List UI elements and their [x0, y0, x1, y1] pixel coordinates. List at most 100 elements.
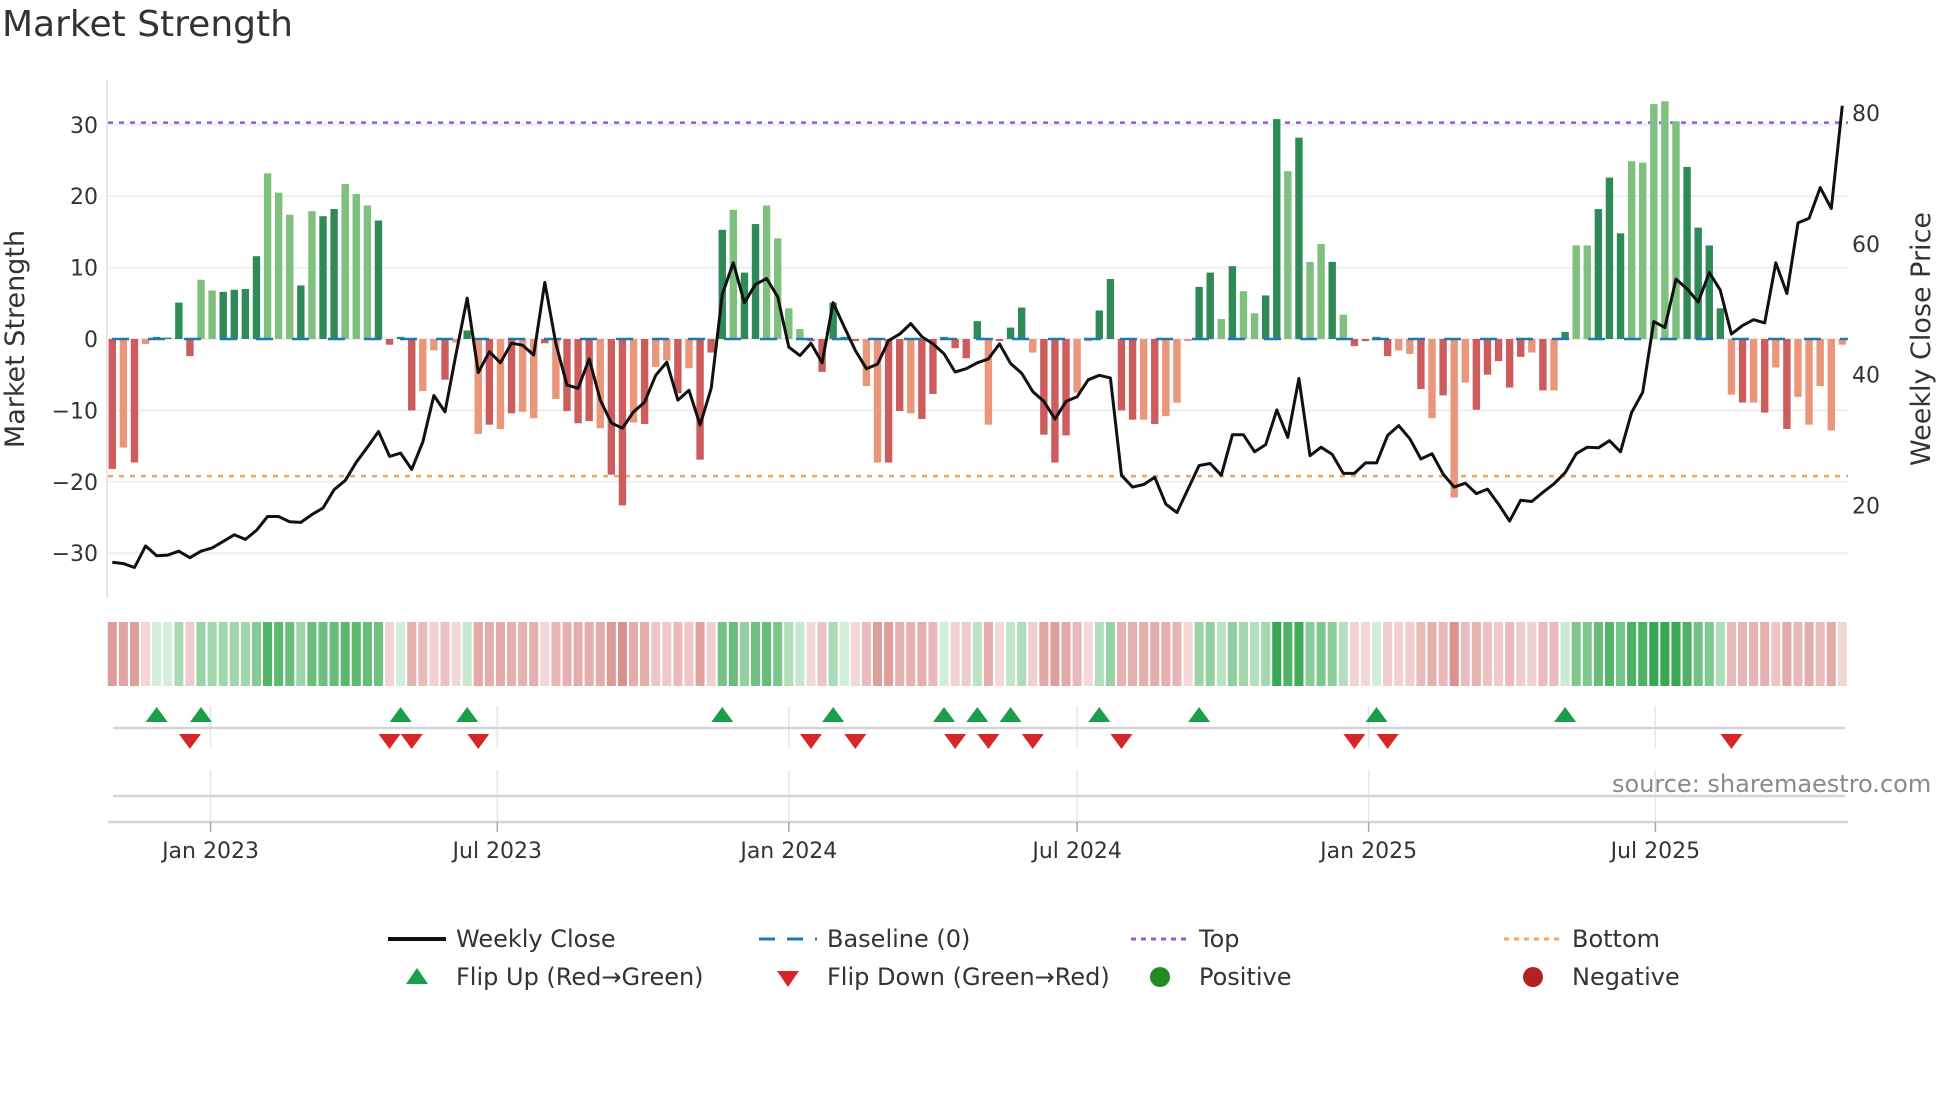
negative-bar	[1383, 339, 1392, 357]
strength-heat-cell	[484, 622, 494, 686]
strength-heat-cell	[1737, 622, 1748, 686]
positive-bar	[1317, 244, 1325, 339]
strength-heat-cell	[1826, 622, 1836, 686]
strength-heat-cell	[972, 622, 982, 686]
y-tick-label: −30	[52, 542, 98, 567]
strength-heat-cell	[728, 622, 738, 686]
strength-heat-cell	[1438, 622, 1448, 686]
strength-heat-cell	[1682, 622, 1692, 686]
negative-bar	[951, 339, 959, 349]
strength-heat-cell	[207, 622, 217, 686]
negative-bar	[408, 339, 416, 411]
positive-bar	[341, 184, 349, 339]
strength-heat-cell	[196, 622, 206, 686]
positive-bar	[1605, 177, 1614, 339]
negative-bar	[1029, 339, 1037, 353]
strength-heat-cell	[1028, 622, 1038, 686]
positive-bar	[973, 321, 982, 339]
strength-heat-cell	[950, 622, 960, 686]
negative-bar	[1128, 339, 1137, 420]
negative-bar	[1040, 339, 1048, 435]
legend-label: Weekly Close	[456, 925, 616, 953]
strength-heat-cell	[994, 622, 1005, 686]
strength-heat-cell	[939, 622, 949, 686]
negative-bar	[652, 339, 660, 367]
negative-bar	[441, 339, 449, 380]
negative-bar	[1727, 339, 1736, 395]
strength-heat-cell	[385, 622, 395, 686]
negative-bar	[1051, 339, 1059, 463]
negative-bar	[1827, 339, 1835, 431]
strength-heat-cell	[1360, 622, 1371, 686]
negative-bar	[1406, 339, 1414, 354]
strength-heat-cell	[1172, 622, 1182, 686]
strength-heat-cell	[285, 622, 295, 686]
triangle-up-icon	[406, 968, 428, 984]
strength-heat-cell	[1227, 622, 1237, 686]
positive-bar	[208, 290, 216, 339]
negative-bar	[1151, 339, 1159, 424]
legend-label: Positive	[1199, 963, 1292, 991]
strength-heat-cell	[795, 622, 805, 686]
negative-bar	[430, 339, 438, 351]
strength-heat-cell	[1471, 622, 1481, 686]
positive-bar	[1672, 121, 1680, 339]
positive-bar	[252, 256, 261, 339]
strength-heat-cell	[739, 622, 749, 686]
negative-bar	[130, 339, 139, 463]
strength-heat-cell	[141, 622, 151, 686]
dotted-line-swatch-icon	[1504, 937, 1562, 941]
strength-heat-cell	[307, 622, 317, 686]
positive-bar	[374, 220, 383, 339]
negative-bar	[385, 339, 394, 345]
legend-negative: Negative	[1504, 963, 1680, 991]
strength-heat-cell	[351, 622, 361, 686]
strength-heat-cell	[1782, 622, 1792, 686]
legend-bottom: Bottom	[1504, 925, 1660, 953]
negative-bar	[851, 339, 860, 342]
flip-up-marker	[822, 707, 845, 722]
y-tick-label: −20	[52, 471, 98, 496]
positive-bar	[1250, 313, 1259, 339]
dotted-line-swatch-icon	[1131, 937, 1189, 941]
x-tick-label: Jan 2024	[738, 839, 837, 864]
strength-heat-cell	[1604, 622, 1614, 686]
strength-heat-cell	[573, 622, 583, 686]
flip-up-marker	[966, 707, 989, 722]
y-tick-label: 10	[70, 257, 98, 282]
flip-up-marker	[999, 707, 1022, 722]
flip-up-marker	[711, 707, 734, 722]
negative-bar	[1162, 339, 1170, 417]
strength-heat-cell	[1072, 622, 1082, 686]
positive-bar	[319, 216, 327, 339]
strength-heat-cell	[551, 622, 561, 686]
flip-up-marker	[1554, 707, 1577, 722]
legend-label: Negative	[1572, 963, 1680, 991]
negative-bar	[984, 339, 993, 425]
strength-heat-cell	[1793, 622, 1803, 686]
positive-bar	[1273, 119, 1281, 339]
strength-heat-cell	[1238, 622, 1249, 686]
strength-heat-cell	[1216, 622, 1226, 686]
legend-flip-down: Flip Down (Green→Red)	[759, 963, 1110, 991]
negative-bar	[1173, 339, 1181, 403]
x-tick-label: Jul 2025	[1609, 839, 1701, 864]
positive-bar	[740, 272, 749, 339]
y-axis-title: Market Strength	[0, 230, 31, 448]
legend-weekly-close: Weekly Close	[388, 925, 616, 953]
strength-heat-cell	[495, 622, 505, 686]
positive-bar	[1206, 272, 1214, 339]
strength-heat-cell	[640, 622, 650, 686]
strength-heat-cell	[1161, 622, 1171, 686]
positive-bar	[308, 211, 316, 339]
negative-bar	[1505, 339, 1514, 388]
positive-bar	[197, 279, 205, 339]
strength-heat-cell	[595, 622, 605, 686]
strength-heat-cell	[407, 622, 417, 686]
strength-heat-cell	[429, 622, 439, 686]
negative-bar	[1794, 339, 1802, 397]
strength-heat-cell	[263, 622, 273, 686]
strength-heat-cell	[1194, 622, 1204, 686]
negative-bar	[884, 339, 893, 463]
strength-heat-cell	[806, 622, 816, 686]
